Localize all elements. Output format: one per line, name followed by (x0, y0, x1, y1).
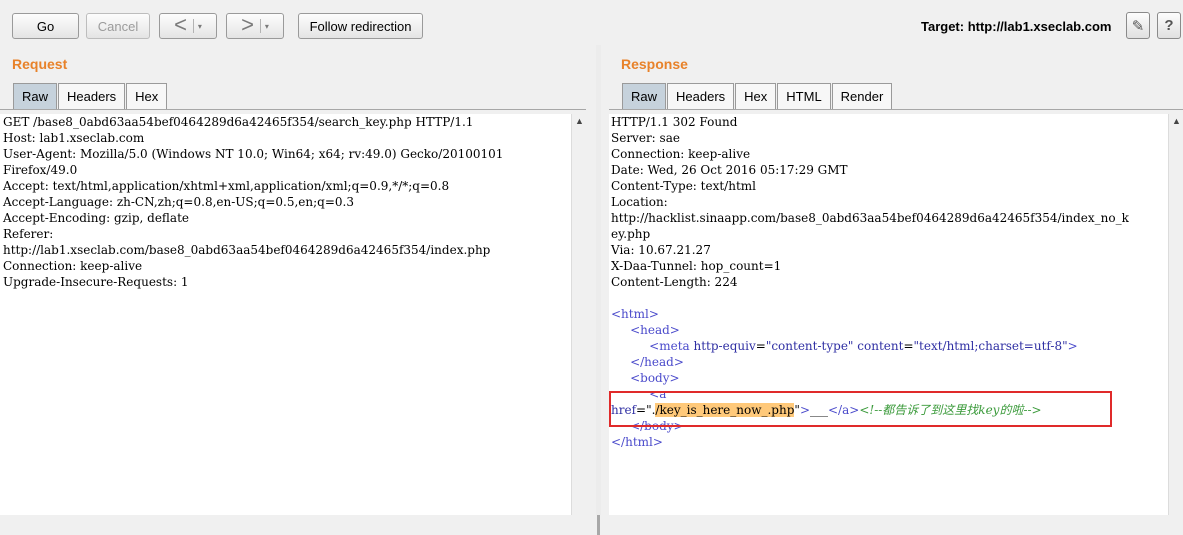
request-line: http://lab1.xseclab.com/base8_0abd63aa54… (3, 243, 491, 257)
request-line: Connection: keep-alive (3, 259, 143, 273)
target-label: Target: http://lab1.xseclab.com (921, 19, 1112, 34)
response-header-line: Connection: keep-alive (611, 147, 751, 161)
response-tab-raw[interactable]: Raw (622, 83, 667, 109)
edit-target-button[interactable]: ✎ (1126, 12, 1150, 39)
meta-value: "content-type" (765, 339, 854, 353)
help-icon: ? (1164, 17, 1174, 34)
request-title: Request (12, 56, 68, 72)
help-button[interactable]: ? (1157, 12, 1181, 39)
request-editor[interactable]: GET /base8_0abd63aa54bef0464289d6a42465f… (0, 114, 571, 515)
html-close-tag: </html> (611, 435, 663, 449)
eq-sign: = (755, 339, 766, 353)
body-line: <meta http-equiv="content-type" content=… (609, 338, 1168, 354)
go-button[interactable]: Go (12, 13, 79, 39)
request-line: Firefox/49.0 (3, 163, 78, 177)
chevron-down-icon[interactable]: ▾ (198, 22, 202, 31)
meta-close: > (1067, 339, 1078, 353)
body-line: </html> (609, 434, 1168, 450)
scroll-up-icon[interactable]: ▲ (1172, 116, 1181, 126)
head-open-tag: <head> (630, 323, 680, 337)
head-close-tag: </head> (630, 355, 684, 369)
meta-attr: content (857, 339, 904, 353)
response-editor[interactable]: HTTP/1.1 302 Found Server: sae Connectio… (609, 114, 1168, 515)
back-arrow-icon: < (174, 11, 187, 37)
response-tab-headers[interactable]: Headers (667, 83, 735, 109)
response-header-line: HTTP/1.1 302 Found (611, 115, 738, 129)
response-tab-html[interactable]: HTML (777, 83, 831, 109)
response-header-line: Content-Length: 224 (611, 275, 738, 289)
forward-arrow-icon: > (241, 11, 254, 37)
cancel-button[interactable]: Cancel (86, 13, 150, 39)
request-tab-hex[interactable]: Hex (126, 83, 168, 109)
request-line: GET /base8_0abd63aa54bef0464289d6a42465f… (3, 115, 474, 129)
response-header-line: ey.php (611, 227, 651, 241)
request-tab-headers[interactable]: Headers (58, 83, 126, 109)
body-line: <head> (609, 322, 1168, 338)
split-divider (259, 19, 261, 33)
response-header-line: X-Daa-Tunnel: hop_count=1 (611, 259, 782, 273)
html-open-tag: <html> (611, 307, 659, 321)
back-button[interactable]: < ▾ (159, 13, 217, 39)
response-header-line: Server: sae (611, 131, 680, 145)
divider-grip[interactable] (597, 515, 600, 535)
response-header-line: Location: (611, 195, 668, 209)
forward-button[interactable]: > ▾ (226, 13, 284, 39)
response-scrollbar[interactable]: ▲ (1168, 114, 1183, 515)
request-line: Accept: text/html,application/xhtml+xml,… (3, 179, 450, 193)
follow-redirection-button[interactable]: Follow redirection (298, 13, 423, 39)
body-line: </head> (609, 354, 1168, 370)
request-line: Upgrade-Insecure-Requests: 1 (3, 275, 189, 289)
meta-tag: <meta (649, 339, 690, 353)
request-tabs: Raw Headers Hex (13, 83, 168, 109)
response-tab-underline (609, 109, 1183, 110)
request-line: Accept-Language: zh-CN,zh;q=0.8,en-US;q=… (3, 195, 354, 209)
meta-value: "text/html;charset=utf-8" (913, 339, 1068, 353)
response-header-line: Content-Type: text/html (611, 179, 756, 193)
pencil-icon: ✎ (1131, 17, 1145, 35)
body-line: <body> (609, 370, 1168, 386)
request-line: Referer: (3, 227, 54, 241)
split-divider (192, 19, 194, 33)
request-line: Host: lab1.xseclab.com (3, 131, 145, 145)
response-header-line: Date: Wed, 26 Oct 2016 05:17:29 GMT (611, 163, 848, 177)
scroll-up-icon[interactable]: ▲ (575, 116, 584, 126)
request-line: User-Agent: Mozilla/5.0 (Windows NT 10.0… (3, 147, 504, 161)
response-tab-hex[interactable]: Hex (735, 83, 777, 109)
body-line: <html> (609, 306, 1168, 322)
request-tab-raw[interactable]: Raw (13, 83, 58, 109)
body-open-tag: <body> (630, 371, 680, 385)
request-tab-underline (0, 109, 586, 110)
response-header-line: Via: 10.67.21.27 (611, 243, 711, 257)
response-header-line: http://hacklist.sinaapp.com/base8_0abd63… (611, 211, 1129, 225)
eq-sign: = (903, 339, 914, 353)
pane-divider[interactable] (596, 45, 601, 535)
request-line: Accept-Encoding: gzip, deflate (3, 211, 190, 225)
response-tabs: Raw Headers Hex HTML Render (622, 83, 893, 109)
chevron-down-icon[interactable]: ▾ (265, 22, 269, 31)
request-scrollbar[interactable]: ▲ (571, 114, 587, 515)
annotation-highlight-box (609, 391, 1112, 427)
response-title: Response (621, 56, 688, 72)
meta-attr: http-equiv (693, 339, 756, 353)
response-tab-render[interactable]: Render (831, 83, 893, 109)
